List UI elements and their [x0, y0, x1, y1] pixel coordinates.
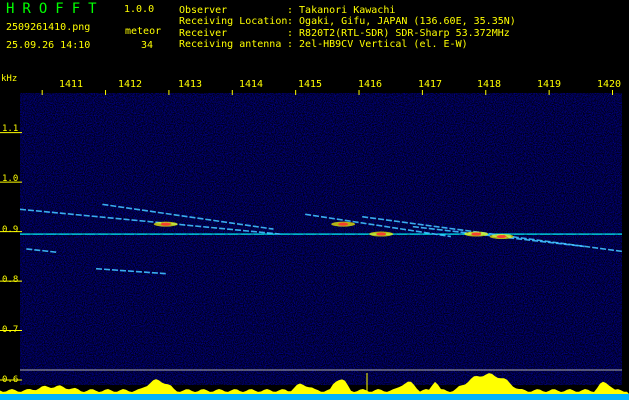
x-tick-label: 1417	[418, 79, 443, 90]
echo-hotspot-core	[376, 232, 387, 236]
hrofft-window: HROFFT 1.0.0 2509261410.png 25.09.26 14:…	[0, 0, 629, 400]
meteor-count: 34	[141, 40, 154, 51]
x-tick-label: 1413	[178, 79, 203, 90]
info-key-receiver: Receiver	[179, 28, 228, 39]
info-value-location: : Ogaki, Gifu, JAPAN (136.60E, 35.35N)	[287, 16, 516, 27]
spectrogram-plot	[0, 90, 629, 400]
x-tick-label: 1416	[358, 79, 383, 90]
x-tick-label: 1419	[537, 79, 562, 90]
x-tick-label: 1414	[239, 79, 264, 90]
timestamp: 25.09.26 14:10	[6, 40, 91, 51]
info-key-location: Receiving Location	[179, 16, 288, 27]
echo-hotspot-core	[471, 232, 482, 236]
x-tick-label: 1415	[298, 79, 323, 90]
meteor-label: meteor	[125, 26, 162, 37]
y-tick-label: 1.0	[2, 174, 19, 184]
info-value-observer: : Takanori Kawachi	[287, 5, 396, 16]
y-tick-label: 0.9	[2, 225, 19, 235]
y-tick-label: 0.8	[2, 275, 19, 285]
spectrum-baseline	[0, 394, 629, 400]
info-value-receiver: : R820T2(RTL-SDR) SDR-Sharp 53.372MHz	[287, 28, 510, 39]
x-tick-label: 1418	[477, 79, 502, 90]
y-tick-label: 0.7	[2, 325, 19, 335]
image-filename: 2509261410.png	[6, 22, 91, 33]
info-key-observer: Observer	[179, 5, 228, 16]
echo-hotspot-core	[160, 222, 171, 226]
echo-hotspot-core	[338, 222, 349, 226]
y-tick-label: 1.1	[2, 124, 19, 134]
y-tick-label: 0.6	[2, 375, 19, 385]
info-value-antenna: : 2el-HB9CV Vertical (el. E-W)	[287, 39, 468, 50]
app-version: 1.0.0	[124, 4, 155, 15]
x-tick-label: 1420	[597, 79, 622, 90]
x-tick-label: 1412	[118, 79, 143, 90]
x-tick-label: 1411	[59, 79, 84, 90]
echo-hotspot-core	[496, 235, 507, 239]
app-title: HROFFT	[6, 1, 105, 17]
y-unit-label: kHz	[1, 74, 18, 84]
info-key-antenna: Receiving antenna	[179, 39, 282, 50]
